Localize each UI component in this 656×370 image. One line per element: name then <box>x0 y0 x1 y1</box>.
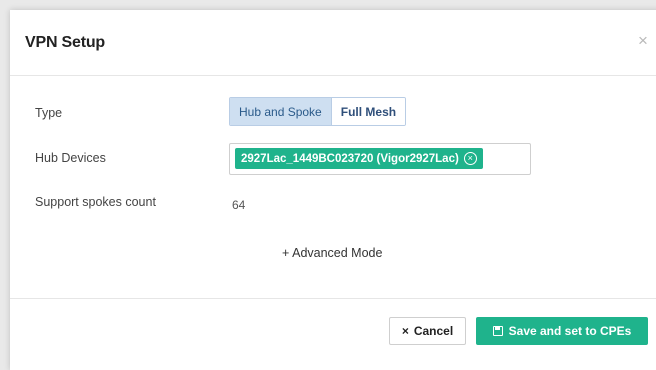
dialog-title: VPN Setup <box>25 34 105 51</box>
hub-device-chip-label: 2927Lac_1449BC023720 (Vigor2927Lac) <box>241 152 459 165</box>
support-spokes-value: 64 <box>232 198 246 212</box>
save-icon <box>492 326 503 336</box>
cancel-button[interactable]: × Cancel <box>389 317 466 345</box>
save-and-set-button[interactable]: Save and set to CPEs <box>476 317 648 345</box>
hub-devices-select[interactable]: 2927Lac_1449BC023720 (Vigor2927Lac) × <box>229 143 531 175</box>
hub-device-chip: 2927Lac_1449BC023720 (Vigor2927Lac) × <box>235 148 483 169</box>
advanced-mode-toggle[interactable]: + Advanced Mode <box>282 246 382 260</box>
close-icon: × <box>401 324 409 338</box>
save-label: Save and set to CPEs <box>508 324 632 338</box>
type-option-full-mesh[interactable]: Full Mesh <box>331 98 406 125</box>
vpn-setup-dialog: VPN Setup × Type Hub and Spoke Full Mesh… <box>10 10 656 370</box>
hub-devices-label: Hub Devices <box>35 151 106 165</box>
support-spokes-label: Support spokes count <box>35 195 156 209</box>
plus-icon: + <box>282 246 290 260</box>
type-option-hub-and-spoke[interactable]: Hub and Spoke <box>230 98 332 125</box>
remove-chip-icon[interactable]: × <box>463 152 477 165</box>
type-segmented-control: Hub and Spoke Full Mesh <box>229 97 407 126</box>
cancel-label: Cancel <box>413 324 454 338</box>
close-icon[interactable]: × <box>638 32 648 49</box>
dialog-header: VPN Setup × <box>10 10 656 76</box>
footer-divider <box>10 298 656 299</box>
type-label: Type <box>35 106 63 120</box>
advanced-mode-label: Advanced Mode <box>292 246 383 260</box>
